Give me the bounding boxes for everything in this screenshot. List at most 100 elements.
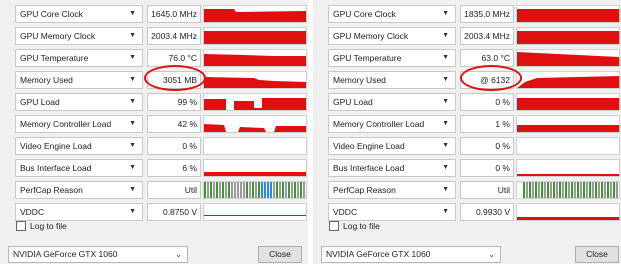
graph-trace [517, 138, 619, 154]
sensor-label-dropdown[interactable]: PerfCap Reason ▼ [328, 181, 456, 199]
sensor-label: GPU Core Clock [20, 9, 83, 19]
sensor-label-dropdown[interactable]: Bus Interface Load ▼ [328, 159, 456, 177]
sensor-graph [516, 159, 620, 177]
sensor-label-dropdown[interactable]: VDDC ▼ [15, 203, 143, 221]
sensor-label-dropdown[interactable]: GPU Memory Clock ▼ [15, 27, 143, 45]
sensor-value: 0 % [460, 159, 514, 177]
memory-used-highlight [144, 65, 206, 91]
sensor-graph [516, 115, 620, 133]
dropdown-arrow-icon[interactable]: ▼ [442, 182, 449, 198]
dropdown-arrow-icon[interactable]: ▼ [129, 182, 136, 198]
checkbox-box[interactable] [329, 221, 339, 231]
sensor-label: Memory Controller Load [333, 119, 425, 129]
graph-trace [204, 31, 306, 44]
gpu-select[interactable]: NVIDIA GeForce GTX 1060 ⌄ [8, 246, 188, 263]
sensor-value: 0 % [460, 93, 514, 111]
sensor-label-dropdown[interactable]: Memory Used ▼ [15, 71, 143, 89]
sensor-label-dropdown[interactable]: Video Engine Load ▼ [15, 137, 143, 155]
sensor-row: GPU Memory Clock ▼ 2003.4 MHz [324, 26, 620, 47]
sensor-graph [516, 5, 620, 23]
dropdown-arrow-icon[interactable]: ▼ [129, 72, 136, 88]
dropdown-arrow-icon[interactable]: ▼ [129, 160, 136, 176]
graph-trace [517, 182, 618, 198]
sensor-label-dropdown[interactable]: Bus Interface Load ▼ [15, 159, 143, 177]
sensor-graph [516, 27, 620, 45]
dropdown-arrow-icon[interactable]: ▼ [129, 116, 136, 132]
sensor-graph [516, 137, 620, 155]
sensor-label-dropdown[interactable]: GPU Load ▼ [15, 93, 143, 111]
dropdown-arrow-icon[interactable]: ▼ [442, 72, 449, 88]
sensor-label-dropdown[interactable]: VDDC ▼ [328, 203, 456, 221]
graph-trace [517, 98, 619, 110]
sensor-value: 0 % [460, 137, 514, 155]
graph-trace [517, 9, 619, 22]
dropdown-arrow-icon[interactable]: ▼ [442, 94, 449, 110]
sensor-row: Video Engine Load ▼ 0 % [11, 136, 307, 157]
sensor-label-dropdown[interactable]: GPU Core Clock ▼ [15, 5, 143, 23]
dropdown-arrow-icon[interactable]: ▼ [442, 138, 449, 154]
dropdown-arrow-icon[interactable]: ▼ [129, 28, 136, 44]
sensor-value: 1835.0 MHz [460, 5, 514, 23]
sensor-label: VDDC [333, 207, 358, 217]
dropdown-arrow-icon[interactable]: ▼ [442, 204, 449, 220]
log-to-file-label: Log to file [343, 221, 380, 231]
sensor-graph [203, 137, 307, 155]
sensor-label-dropdown[interactable]: GPU Temperature ▼ [15, 49, 143, 67]
close-button[interactable]: Close [258, 246, 302, 263]
sensor-graph [203, 93, 307, 111]
sensor-label: Video Engine Load [333, 141, 405, 151]
sensor-label-dropdown[interactable]: Memory Used ▼ [328, 71, 456, 89]
sensor-label: GPU Temperature [20, 53, 89, 63]
log-to-file-checkbox[interactable]: Log to file [16, 220, 136, 234]
sensor-graph [203, 49, 307, 67]
sensor-row: GPU Core Clock ▼ 1835.0 MHz [324, 4, 620, 25]
sensor-graph [203, 203, 307, 221]
dropdown-arrow-icon[interactable]: ▼ [129, 204, 136, 220]
checkbox-box[interactable] [16, 221, 26, 231]
log-to-file-checkbox[interactable]: Log to file [329, 220, 449, 234]
sensor-label: GPU Load [333, 97, 373, 107]
gpu-select[interactable]: NVIDIA GeForce GTX 1060 ⌄ [321, 246, 501, 263]
dropdown-arrow-icon[interactable]: ▼ [442, 6, 449, 22]
sensor-label: Bus Interface Load [20, 163, 92, 173]
sensor-label-dropdown[interactable]: GPU Memory Clock ▼ [328, 27, 456, 45]
sensor-label: GPU Load [20, 97, 60, 107]
sensor-label-dropdown[interactable]: Video Engine Load ▼ [328, 137, 456, 155]
dropdown-arrow-icon[interactable]: ▼ [442, 50, 449, 66]
graph-trace [204, 138, 306, 154]
gpu-select-value: NVIDIA GeForce GTX 1060 [326, 249, 431, 259]
graph-trace [517, 217, 619, 220]
dropdown-arrow-icon[interactable]: ▼ [129, 6, 136, 22]
graph-trace [517, 76, 619, 88]
sensor-value: 0.8750 V [147, 203, 201, 221]
graph-trace [204, 124, 306, 132]
sensor-label-dropdown[interactable]: Memory Controller Load ▼ [15, 115, 143, 133]
dropdown-arrow-icon[interactable]: ▼ [129, 50, 136, 66]
sensor-row: Memory Controller Load ▼ 42 % [11, 114, 307, 135]
sensor-label-dropdown[interactable]: PerfCap Reason ▼ [15, 181, 143, 199]
sensor-label-dropdown[interactable]: Memory Controller Load ▼ [328, 115, 456, 133]
sensor-graph [203, 159, 307, 177]
sensor-row: Video Engine Load ▼ 0 % [324, 136, 620, 157]
graph-trace [517, 31, 619, 44]
close-button[interactable]: Close [575, 246, 619, 263]
dropdown-arrow-icon[interactable]: ▼ [129, 138, 136, 154]
sensor-label-dropdown[interactable]: GPU Core Clock ▼ [328, 5, 456, 23]
sensor-graph [203, 5, 307, 23]
dropdown-arrow-icon[interactable]: ▼ [442, 160, 449, 176]
dropdown-arrow-icon[interactable]: ▼ [442, 116, 449, 132]
sensor-value: 2003.4 MHz [147, 27, 201, 45]
sensor-panel-right: GPU Core Clock ▼ 1835.0 MHz GPU Memory Cloc… [313, 0, 621, 264]
dropdown-arrow-icon[interactable]: ▼ [129, 94, 136, 110]
sensor-graph [516, 49, 620, 67]
sensor-label-dropdown[interactable]: GPU Load ▼ [328, 93, 456, 111]
graph-trace [204, 98, 306, 110]
sensor-graph [516, 181, 620, 199]
sensor-label: GPU Memory Clock [333, 31, 409, 41]
sensor-row: GPU Load ▼ 99 % [11, 92, 307, 113]
sensor-row: Bus Interface Load ▼ 6 % [11, 158, 307, 179]
dropdown-arrow-icon[interactable]: ▼ [442, 28, 449, 44]
sensor-label-dropdown[interactable]: GPU Temperature ▼ [328, 49, 456, 67]
memory-used-highlight [460, 65, 522, 91]
sensor-row: PerfCap Reason ▼ Util [324, 180, 620, 201]
